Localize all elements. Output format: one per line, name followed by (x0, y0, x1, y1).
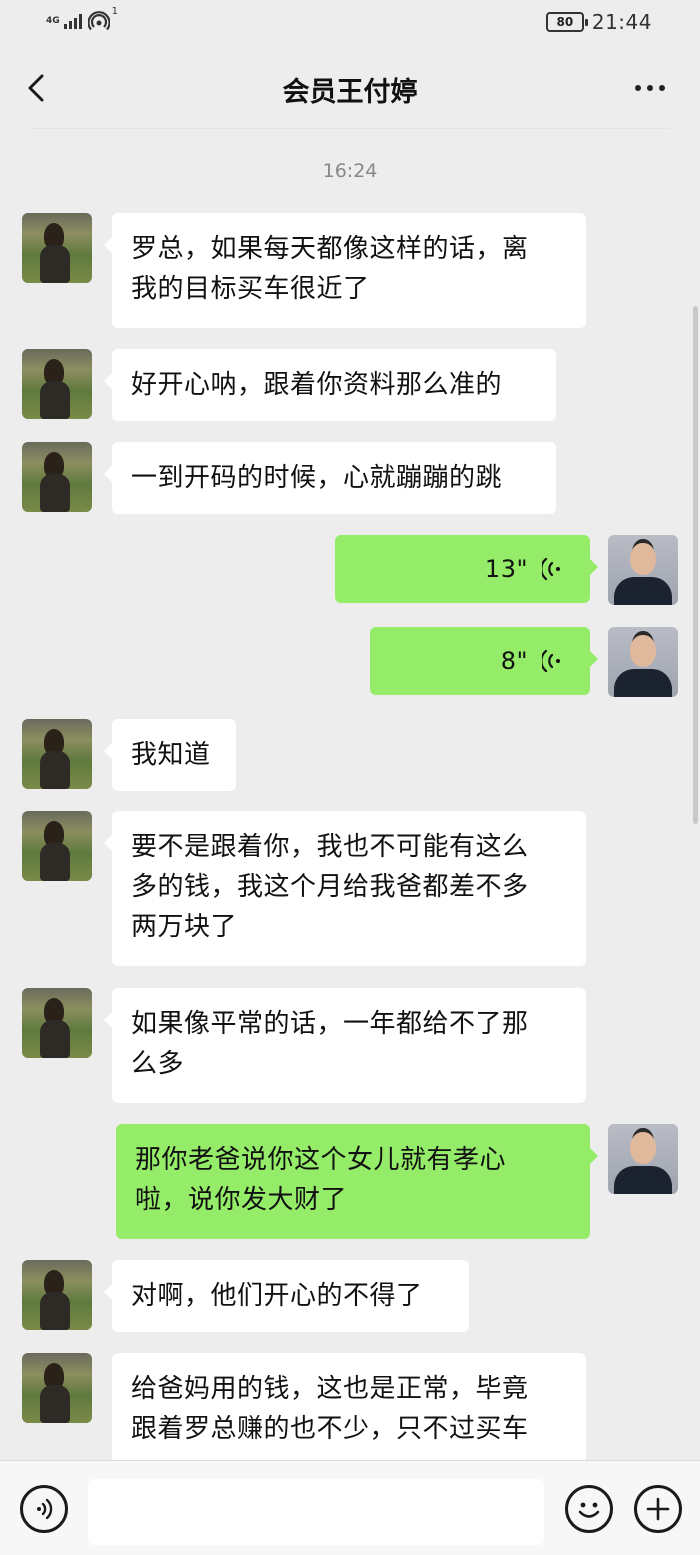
battery-level: 80 (556, 15, 574, 29)
message-text: 给爸妈用的钱，这也是正常，毕竟 跟着罗总赚的也不少，只不过买车 (131, 1374, 529, 1444)
incoming-message[interactable]: 要不是跟着你，我也不可能有这么 多的钱，我这个月给我爸都差不多 两万块了 (104, 811, 586, 966)
message-text: 罗总，如果每天都像这样的话，离 我的目标买车很近了 (131, 234, 529, 304)
battery-icon: 80 (545, 12, 588, 32)
my-avatar[interactable] (608, 1124, 678, 1194)
my-avatar[interactable] (608, 627, 678, 697)
contact-avatar[interactable] (22, 1353, 92, 1423)
header-divider (30, 128, 670, 129)
input-bar (0, 1460, 700, 1555)
scrollbar[interactable] (693, 306, 698, 824)
message-text: 一到开码的时候，心就蹦蹦的跳 (131, 463, 503, 493)
status-time: 21:44 (591, 10, 652, 34)
voice-duration: 8" (500, 647, 528, 675)
more-button[interactable] (630, 76, 670, 100)
contact-avatar[interactable] (22, 988, 92, 1058)
voice-mode-icon (37, 1498, 53, 1520)
plus-icon (646, 1497, 670, 1521)
incoming-message[interactable]: 一到开码的时候，心就蹦蹦的跳 (104, 442, 556, 514)
message-text: 对啊，他们开心的不得了 (131, 1281, 423, 1311)
emoji-button[interactable] (565, 1485, 613, 1533)
incoming-message[interactable]: 如果像平常的话，一年都给不了那 么多 (104, 988, 586, 1103)
plus-button[interactable] (634, 1485, 682, 1533)
voice-input-button[interactable] (20, 1485, 68, 1533)
chat-header: 会员王付婷 (0, 48, 700, 128)
network-type: 4G (46, 15, 60, 26)
contact-avatar[interactable] (22, 1260, 92, 1330)
hotspot-icon: 1 (87, 6, 118, 32)
chat-title: 会员王付婷 (282, 77, 418, 108)
incoming-message[interactable]: 罗总，如果每天都像这样的话，离 我的目标买车很近了 (104, 213, 586, 328)
message-timestamp: 16:24 (322, 160, 378, 182)
emoji-icon (578, 1502, 600, 1518)
incoming-message[interactable]: 我知道 (104, 719, 236, 791)
message-text: 那你老爸说你这个女儿就有孝心 啦，说你发大财了 (135, 1145, 507, 1215)
contact-avatar[interactable] (22, 213, 92, 283)
contact-avatar[interactable] (22, 442, 92, 512)
contact-avatar[interactable] (22, 811, 92, 881)
message-text: 我知道 (131, 740, 211, 770)
status-left: 4G 1 (46, 6, 118, 32)
dot (659, 85, 665, 91)
status-bar: 4G 1 80 21:44 (0, 0, 700, 48)
contact-avatar[interactable] (22, 719, 92, 789)
message-text: 如果像平常的话，一年都给不了那 么多 (131, 1009, 529, 1079)
voice-message[interactable]: 13" (335, 535, 598, 603)
voice-duration: 13" (484, 555, 528, 583)
message-input[interactable] (88, 1479, 544, 1545)
my-avatar[interactable] (608, 535, 678, 605)
signal-icon (64, 13, 82, 29)
dot (647, 85, 653, 91)
message-text: 要不是跟着你，我也不可能有这么 多的钱，我这个月给我爸都差不多 两万块了 (131, 832, 529, 942)
voice-message[interactable]: 8" (370, 627, 598, 695)
status-right: 80 21:44 (545, 10, 652, 34)
contact-avatar[interactable] (22, 349, 92, 419)
message-text: 好开心呐，跟着你资料那么准的 (131, 370, 503, 400)
hotspot-count: 1 (111, 6, 118, 17)
voice-wave-icon (542, 557, 560, 581)
incoming-message[interactable]: 对啊，他们开心的不得了 (104, 1260, 469, 1332)
voice-wave-icon (542, 649, 560, 673)
incoming-message[interactable]: 好开心呐，跟着你资料那么准的 (104, 349, 556, 421)
dot (635, 85, 641, 91)
outgoing-message[interactable]: 那你老爸说你这个女儿就有孝心 啦，说你发大财了 (116, 1124, 598, 1239)
